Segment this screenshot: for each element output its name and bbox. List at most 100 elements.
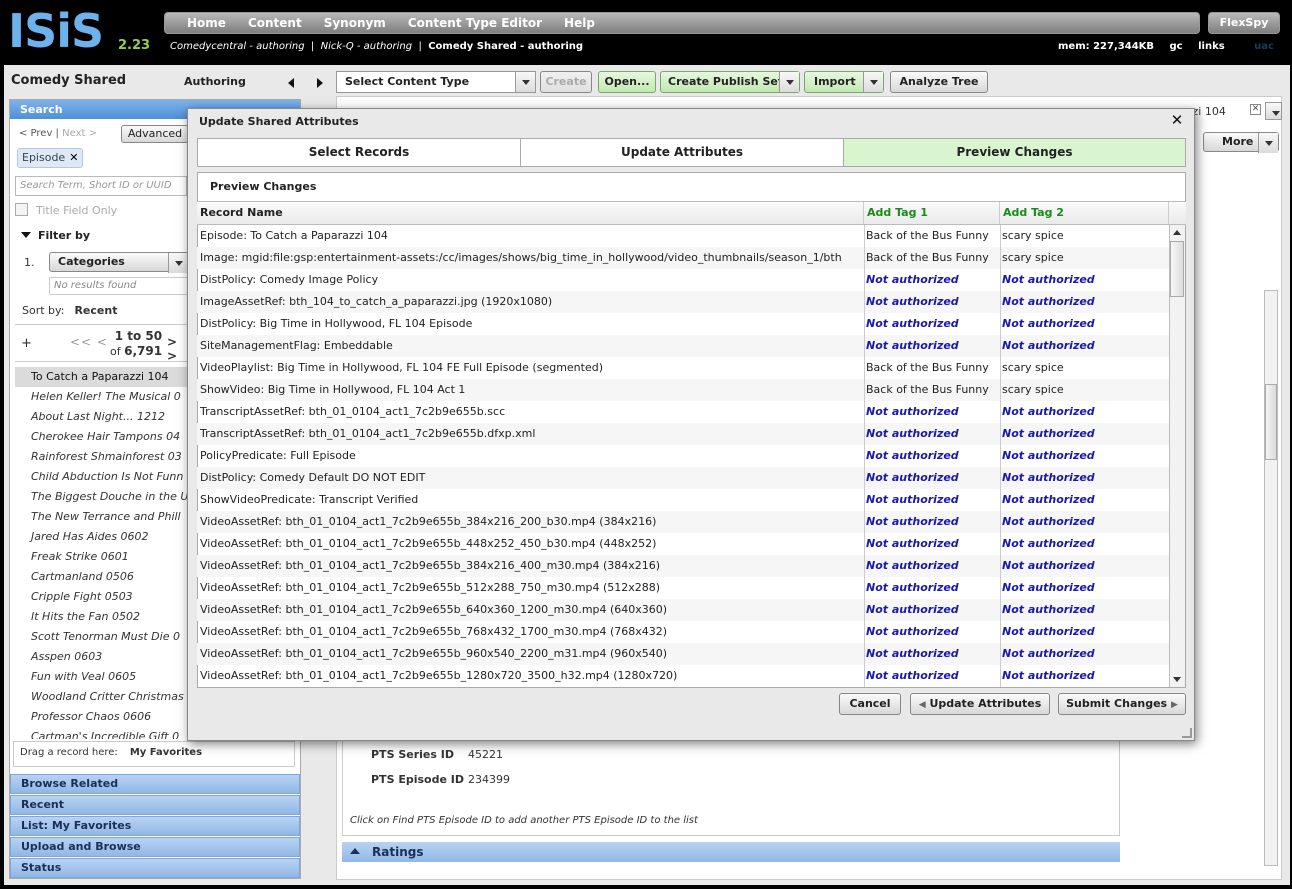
analyze-tree-button[interactable]: Analyze Tree — [890, 71, 988, 93]
tab-list-chevron-icon[interactable] — [1265, 102, 1282, 120]
history-forward-icon[interactable] — [317, 78, 323, 88]
preview-table-row[interactable]: DistPolicy: Comedy Default DO NOT EDIT No… — [197, 467, 1169, 489]
title-only-checkbox[interactable] — [15, 203, 28, 216]
create-button[interactable]: Create — [540, 71, 592, 93]
preview-table-row[interactable]: VideoAssetRef: bth_01_0104_act1_7c2b9e65… — [197, 621, 1169, 643]
preview-table-row[interactable]: DistPolicy: Comedy Image Policy Not autho… — [197, 269, 1169, 291]
open-button[interactable]: Open... — [598, 71, 656, 93]
accordion-my-favorites[interactable]: List: My Favorites — [10, 816, 300, 836]
preview-table-row[interactable]: VideoAssetRef: bth_01_0104_act1_7c2b9e65… — [197, 599, 1169, 621]
advanced-search-button[interactable]: Advanced — [121, 125, 189, 143]
cancel-button[interactable]: Cancel — [839, 693, 901, 715]
content-type-select[interactable]: Select Content Type — [336, 71, 536, 93]
add-icon[interactable]: + — [21, 336, 32, 351]
nav-help[interactable]: Help — [564, 13, 595, 33]
accordion-recent[interactable]: Recent — [10, 795, 300, 815]
back-to-update-attributes-button[interactable]: ◀ Update Attributes — [910, 693, 1050, 715]
preview-table-row[interactable]: Image: mgid:file:gsp:entertainment-asset… — [197, 247, 1169, 269]
uac-link[interactable]: uac — [1254, 41, 1274, 52]
preview-table-row[interactable]: VideoAssetRef: bth_01_0104_act1_7c2b9e65… — [197, 555, 1169, 577]
history-back-icon[interactable] — [288, 78, 294, 88]
chevron-down-icon[interactable] — [779, 72, 799, 92]
record-list-item[interactable]: Scott Tenorman Must Die 0 — [15, 627, 187, 647]
close-icon[interactable]: ✕ — [1170, 112, 1184, 128]
nav-content-type-editor[interactable]: Content Type Editor — [408, 13, 542, 33]
context-comedycentral[interactable]: Comedycentral - authoring — [170, 41, 305, 52]
favorites-drop-zone[interactable]: Drag a record here: My Favorites — [13, 741, 295, 767]
pager-back[interactable]: << < — [70, 335, 108, 349]
editor-scrollbar[interactable] — [1264, 290, 1278, 866]
record-list-item[interactable]: About Last Night... 1212 — [15, 407, 187, 427]
preview-table-row[interactable]: Episode: To Catch a Paparazzi 104 Back of… — [197, 225, 1169, 247]
record-list-item[interactable]: It Hits the Fan 0502 — [15, 607, 187, 627]
preview-table-row[interactable]: VideoAssetRef: bth_01_0104_act1_7c2b9e65… — [197, 643, 1169, 665]
record-list-item[interactable]: Rainforest Shmainforest 03 — [15, 447, 187, 467]
preview-table-row[interactable]: VideoAssetRef: bth_01_0104_act1_7c2b9e65… — [197, 511, 1169, 533]
preview-scroll-thumb[interactable] — [1170, 241, 1184, 297]
next-link[interactable]: Next > — [62, 128, 97, 139]
col-add-tag-1[interactable]: Add Tag 1 — [863, 202, 999, 224]
record-list-item[interactable]: Professor Chaos 0606 — [15, 707, 187, 727]
preview-table-row[interactable]: ImageAssetRef: bth_104_to_catch_a_papara… — [197, 291, 1169, 313]
sort-by-value[interactable]: Recent — [74, 304, 117, 317]
chevron-down-icon[interactable] — [168, 253, 188, 273]
record-list-item[interactable]: Cartmanland 0506 — [15, 567, 187, 587]
nav-synonym[interactable]: Synonym — [324, 13, 386, 33]
record-list-item[interactable]: Cartman's Incredible Gift 0 — [15, 727, 187, 739]
chevron-down-icon[interactable] — [515, 72, 535, 92]
record-list-item[interactable]: The Biggest Douche in the U — [15, 487, 187, 507]
flexspy-button[interactable]: FlexSpy — [1208, 12, 1280, 34]
record-list-item[interactable]: To Catch a Paparazzi 104 — [15, 367, 187, 387]
record-list-item[interactable]: Helen Keller! The Musical 0 — [15, 387, 187, 407]
preview-table-row[interactable]: PolicyPredicate: Full Episode Not authori… — [197, 445, 1169, 467]
record-list-item[interactable]: Woodland Critter Christmas — [15, 687, 187, 707]
record-list-item[interactable]: Asspen 0603 — [15, 647, 187, 667]
categories-select[interactable]: Categories — [49, 252, 189, 273]
record-list-item[interactable]: Cherokee Hair Tampons 04 — [15, 427, 187, 447]
record-list-item[interactable]: Child Abduction Is Not Funn — [15, 467, 187, 487]
preview-table-row[interactable]: VideoAssetRef: bth_01_0104_act1_7c2b9e65… — [197, 665, 1169, 687]
more-button[interactable]: More — [1203, 132, 1279, 153]
gc-link[interactable]: gc — [1170, 41, 1183, 52]
tab-update-attributes[interactable]: Update Attributes — [520, 138, 844, 167]
record-list-item[interactable]: Fun with Veal 0605 — [15, 667, 187, 687]
import-button[interactable]: Import — [804, 71, 884, 93]
nav-content[interactable]: Content — [248, 13, 302, 33]
resize-grip-icon[interactable] — [1182, 728, 1192, 738]
record-list-item[interactable]: Cripple Fight 0503 — [15, 587, 187, 607]
accordion-browse-related[interactable]: Browse Related — [10, 774, 300, 794]
col-record-name[interactable]: Record Name — [197, 202, 865, 224]
filter-by-toggle[interactable]: Filter by — [21, 229, 90, 242]
links-link[interactable]: links — [1198, 41, 1225, 52]
chevron-down-icon[interactable] — [1258, 133, 1278, 153]
editor-scroll-thumb[interactable] — [1265, 384, 1277, 460]
context-nickq[interactable]: Nick-Q - authoring — [321, 41, 412, 52]
preview-table-row[interactable]: TranscriptAssetRef: bth_01_0104_act1_7c2… — [197, 423, 1169, 445]
prev-link[interactable]: < Prev — [19, 128, 52, 139]
close-tab-icon[interactable]: ✕ — [1250, 104, 1261, 115]
ratings-section-header[interactable]: Ratings — [342, 842, 1120, 862]
record-list-item[interactable]: Jared Has Aides 0602 — [15, 527, 187, 547]
search-input[interactable]: Search Term, Short ID or UUID — [15, 176, 187, 196]
preview-table-row[interactable]: ShowVideo: Big Time in Hollywood, FL 104… — [197, 379, 1169, 401]
preview-table-row[interactable]: VideoAssetRef: bth_01_0104_act1_7c2b9e65… — [197, 577, 1169, 599]
tab-select-records[interactable]: Select Records — [197, 138, 521, 167]
record-list-item[interactable]: Freak Strike 0601 — [15, 547, 187, 567]
accordion-status[interactable]: Status — [10, 858, 300, 878]
record-list-item[interactable]: The New Terrance and Phill — [15, 507, 187, 527]
pager-forward[interactable]: > > — [167, 335, 187, 363]
submit-changes-button[interactable]: Submit Changes ▶ — [1058, 693, 1186, 715]
context-comedy-shared[interactable]: Comedy Shared - authoring — [428, 41, 583, 52]
preview-table-row[interactable]: DistPolicy: Big Time in Hollywood, FL 10… — [197, 313, 1169, 335]
scroll-down-icon[interactable] — [1173, 677, 1181, 682]
nav-home[interactable]: Home — [187, 13, 226, 33]
tab-preview-changes[interactable]: Preview Changes — [843, 138, 1186, 167]
preview-table-row[interactable]: VideoPlaylist: Big Time in Hollywood, FL… — [197, 357, 1169, 379]
preview-table-row[interactable]: SiteManagementFlag: Embeddable Not author… — [197, 335, 1169, 357]
preview-table-row[interactable]: ShowVideoPredicate: Transcript Verified N… — [197, 489, 1169, 511]
remove-tag-icon[interactable]: ✕ — [69, 151, 78, 164]
preview-table-row[interactable]: VideoAssetRef: bth_01_0104_act1_7c2b9e65… — [197, 533, 1169, 555]
scroll-up-icon[interactable] — [1173, 230, 1181, 235]
chevron-down-icon[interactable] — [863, 72, 883, 92]
accordion-upload-browse[interactable]: Upload and Browse — [10, 837, 300, 857]
